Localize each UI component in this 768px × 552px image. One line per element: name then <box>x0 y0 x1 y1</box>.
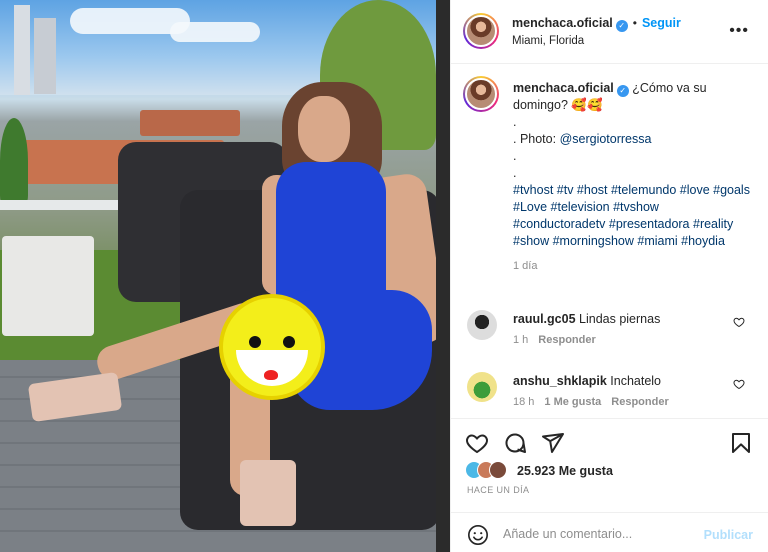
caption-hashtags[interactable]: #tvhost #tv #host #telemundo #love #goal… <box>513 182 753 250</box>
heart-icon[interactable] <box>465 431 489 455</box>
comment-time[interactable]: 1 h <box>513 334 528 346</box>
comment-input[interactable] <box>503 522 693 546</box>
post-photo[interactable] <box>0 0 450 552</box>
comment-body: rauul.gc05 Lindas piernas <box>513 312 660 326</box>
comment-meta: 18 h 1 Me gusta Responder <box>513 396 679 408</box>
photo-building <box>34 18 56 94</box>
reply-button[interactable]: Responder <box>611 396 668 408</box>
comment-icon[interactable] <box>503 431 527 455</box>
likes-text[interactable]: 25.923 Me gusta <box>517 464 613 478</box>
photo-credit-prefix: . Photo: <box>513 132 560 146</box>
publish-button[interactable]: Publicar <box>704 528 753 542</box>
post-time-ago[interactable]: HACE UN DÍA <box>467 485 529 495</box>
reply-button[interactable]: Responder <box>538 334 595 346</box>
bookmark-icon[interactable] <box>729 431 753 455</box>
verified-badge-icon: ✓ <box>615 20 628 32</box>
photo-wall <box>436 0 450 552</box>
verified-badge-icon: ✓ <box>616 85 629 97</box>
photo-shoe <box>240 460 296 526</box>
likes-count: 25.923 <box>517 464 556 478</box>
caption-dot: . <box>513 166 517 180</box>
photo-face <box>298 96 350 162</box>
caption-dot: . <box>513 149 517 163</box>
smiley-eye <box>249 336 261 348</box>
photo-palm <box>0 118 28 204</box>
share-icon[interactable] <box>541 431 565 455</box>
comment-time[interactable]: 18 h <box>513 396 534 408</box>
follow-button[interactable]: Seguir <box>642 16 681 30</box>
smiley-eye <box>283 336 295 348</box>
author-username[interactable]: menchaca.oficial <box>512 16 613 30</box>
photo-cloud <box>170 22 260 42</box>
caption-username[interactable]: menchaca.oficial <box>513 81 614 95</box>
comment-body: anshu_shklapik Inchatelo <box>513 374 661 388</box>
smiley-mouth <box>236 350 308 386</box>
post-location[interactable]: Miami, Florida <box>512 35 584 47</box>
commenter-avatar[interactable] <box>467 310 497 340</box>
comment-item: anshu_shklapik Inchatelo 18 h 1 Me gusta R… <box>463 372 759 422</box>
commenter-username[interactable]: rauul.gc05 <box>513 312 576 326</box>
comment-like-heart-icon[interactable] <box>733 316 745 328</box>
caption-dot: . <box>513 115 517 129</box>
photo-building <box>14 5 30 95</box>
post-side-panel: menchaca.oficial ✓ • Seguir Miami, Florida … <box>450 0 768 552</box>
comment-like-heart-icon[interactable] <box>733 378 745 390</box>
photo-planter <box>2 236 94 336</box>
commenter-username[interactable]: anshu_shklapik <box>513 374 607 388</box>
commenter-avatar[interactable] <box>467 372 497 402</box>
comment-likes-count[interactable]: 1 Me gusta <box>544 396 601 408</box>
separator-dot: • <box>632 16 637 30</box>
caption-photo-credit: . Photo: @sergiotorressa <box>513 131 753 148</box>
caption-text: menchaca.oficial ✓ ¿Cómo va su domingo? 🥰… <box>513 80 753 275</box>
photo-credit-mention[interactable]: @sergiotorressa <box>560 132 652 146</box>
add-comment-bar: Publicar <box>451 512 768 552</box>
comment-meta: 1 h Responder <box>513 334 606 346</box>
comment-item: rauul.gc05 Lindas piernas 1 h Responder <box>463 310 759 360</box>
post-header: menchaca.oficial ✓ • Seguir Miami, Florida … <box>451 0 768 64</box>
comment-text: Lindas piernas <box>579 312 661 326</box>
caption-avatar[interactable] <box>463 76 499 112</box>
likes-label: Me gusta <box>558 464 613 478</box>
more-options-icon[interactable]: ••• <box>729 22 749 40</box>
liker-avatar <box>489 461 507 479</box>
author-avatar[interactable] <box>463 13 499 49</box>
caption-time[interactable]: 1 día <box>513 258 753 275</box>
photo-rooftop <box>140 110 240 136</box>
smiley-sticker <box>219 294 325 400</box>
author-line: menchaca.oficial ✓ • Seguir <box>512 16 681 32</box>
smiley-heart <box>264 370 278 380</box>
emoji-icon[interactable] <box>467 524 489 546</box>
comment-text: Inchatelo <box>610 374 662 388</box>
